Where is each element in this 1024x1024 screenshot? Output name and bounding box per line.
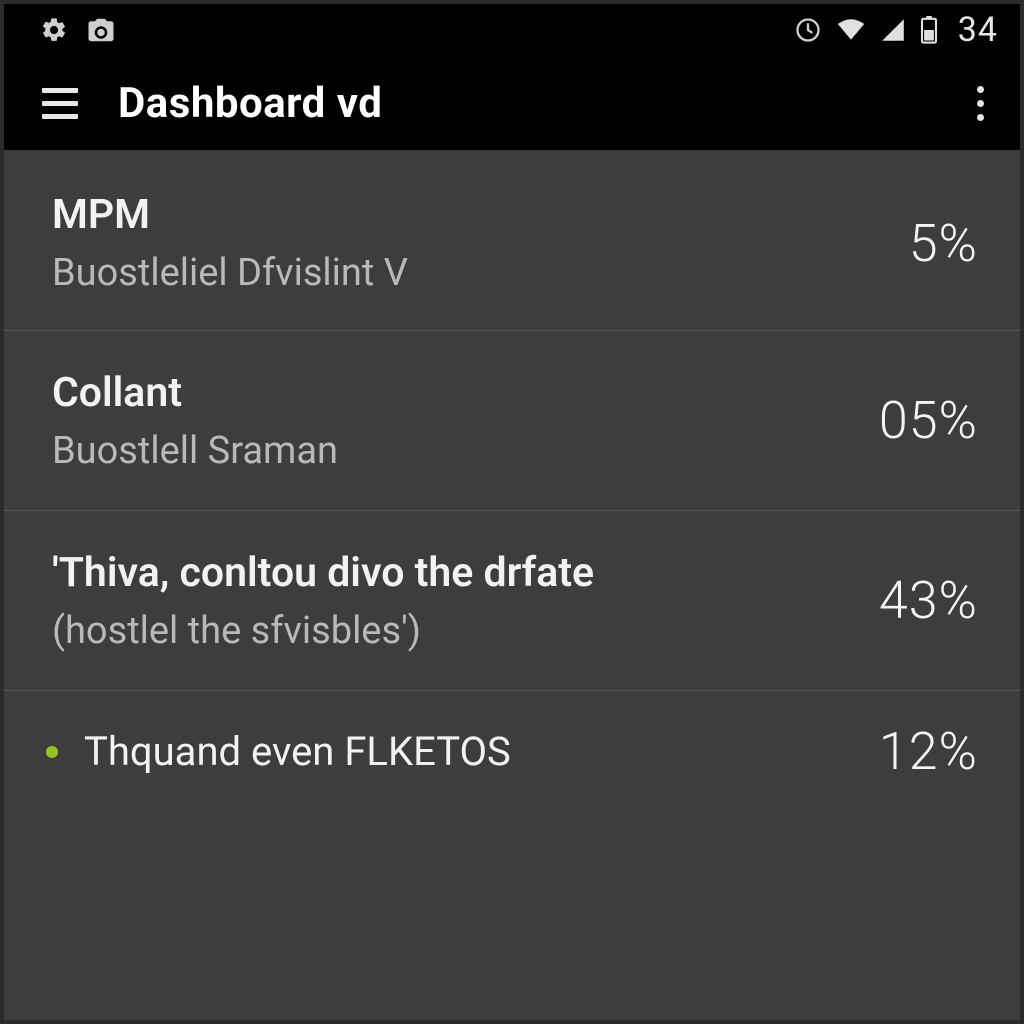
list-item-subtitle: Buostlell Sraman <box>52 429 855 473</box>
list-item-title: MPM <box>52 191 885 239</box>
page-title: Dashboard vd <box>118 79 382 128</box>
status-dot-icon <box>46 746 58 758</box>
list-item-value: 5% <box>909 213 978 274</box>
list-item-title: Collant <box>52 369 855 417</box>
list-item[interactable]: MPM Buostleliel Dfvislint V 5% <box>4 150 1020 330</box>
sync-icon <box>794 16 822 44</box>
list-item-subtitle: (hostlel the sfvisbles') <box>52 609 855 653</box>
list-item[interactable]: Thquand even FLKETOS 12% <box>4 690 1020 812</box>
list-item-title: Thquand even FLKETOS <box>84 728 855 775</box>
overflow-menu-button[interactable] <box>967 76 994 131</box>
menu-button[interactable] <box>42 88 78 119</box>
list-item-subtitle: Buostleliel Dfvislint V <box>52 251 885 295</box>
camera-icon <box>86 15 116 45</box>
gear-icon <box>40 16 68 44</box>
app-bar: Dashboard vd <box>4 56 1020 150</box>
status-bar: 34 <box>4 4 1020 56</box>
status-left-icons <box>40 15 116 45</box>
list-item-value: 05% <box>879 390 978 451</box>
status-right-icons: 34 <box>794 10 998 50</box>
list-item-title: 'Thiva, conltou divo the drfate <box>52 549 855 597</box>
battery-icon <box>920 16 938 44</box>
list-item-value: 12% <box>879 721 978 782</box>
screen: 34 Dashboard vd MPM Buostleliel Dfvislin… <box>0 0 1024 1024</box>
list-item-value: 43% <box>879 570 978 631</box>
status-battery-text: 34 <box>958 10 998 50</box>
list-item[interactable]: Collant Buostlell Sraman 05% <box>4 330 1020 510</box>
wifi-icon <box>836 18 866 42</box>
signal-icon <box>880 18 906 42</box>
list-item[interactable]: 'Thiva, conltou divo the drfate (hostlel… <box>4 510 1020 690</box>
dashboard-list: MPM Buostleliel Dfvislint V 5% Collant B… <box>4 150 1020 1020</box>
